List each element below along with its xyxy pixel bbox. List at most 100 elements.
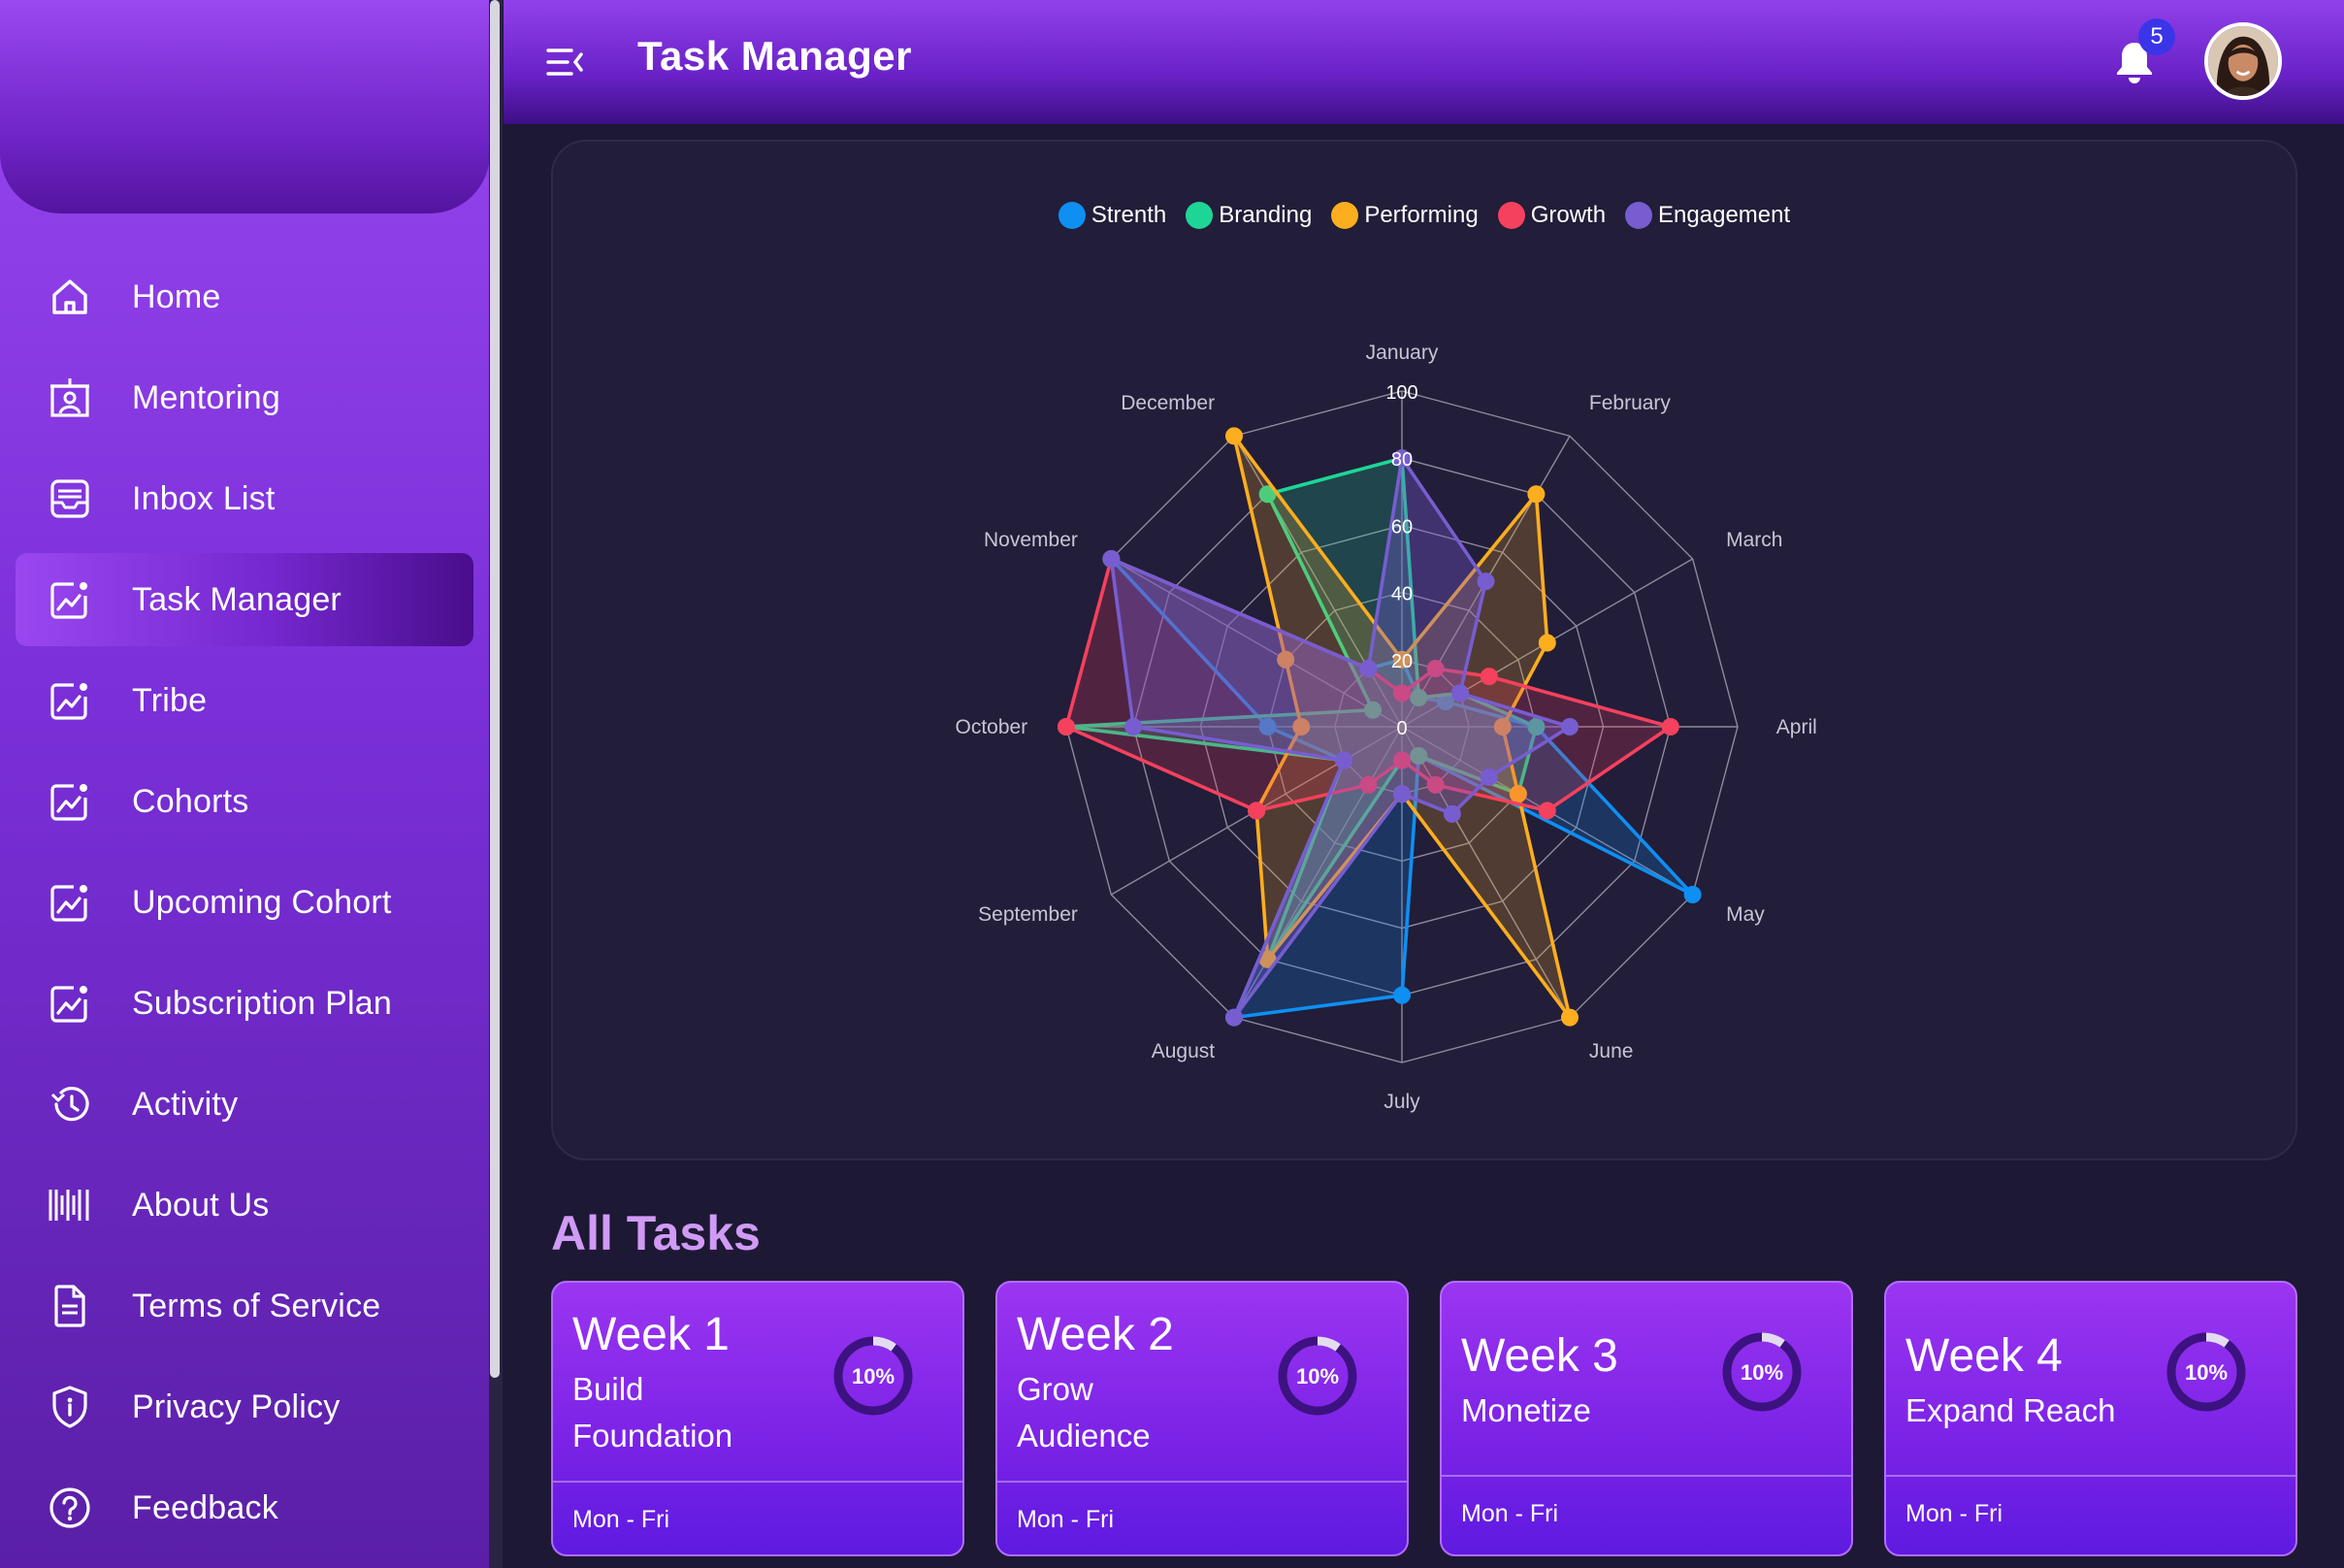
task-progress-label: 10% xyxy=(1741,1360,1783,1385)
task-title-line: Foundation xyxy=(572,1418,733,1454)
chart-board-icon xyxy=(47,677,93,724)
sidebar-item-mentoring[interactable]: Mentoring xyxy=(16,351,473,444)
home-icon xyxy=(47,274,93,320)
task-card-week-2[interactable]: Week 2 Grow Audience 10% Mon - Fri xyxy=(995,1281,1409,1556)
radar-tick-label: 0 xyxy=(1396,718,1407,739)
menu-collapse-icon[interactable] xyxy=(546,43,585,82)
sidebar-item-label: Upcoming Cohort xyxy=(132,883,392,921)
task-cards: Week 1 Build Foundation 10% Mon - Fri Week 2 G… xyxy=(551,1281,2297,1556)
task-title-line: Monetize xyxy=(1461,1392,1591,1428)
task-week-label: Week 3 xyxy=(1461,1330,1618,1382)
radar-data-point xyxy=(1561,718,1579,735)
task-progress-ring: 10% xyxy=(2162,1327,2251,1417)
radar-category-label: May xyxy=(1726,903,1765,926)
sidebar-item-label: Privacy Policy xyxy=(132,1388,341,1425)
user-avatar[interactable] xyxy=(2204,22,2282,100)
task-title-line: Build xyxy=(572,1371,644,1407)
page-title: Task Manager xyxy=(637,33,912,79)
task-schedule: Mon - Fri xyxy=(1461,1500,1558,1527)
task-title: Expand Reach xyxy=(1905,1388,2138,1434)
sidebar-item-tribe[interactable]: Tribe xyxy=(16,654,473,747)
radar-tick-label: 40 xyxy=(1391,584,1413,605)
task-title-line: Grow xyxy=(1017,1371,1093,1407)
task-progress-label: 10% xyxy=(1296,1364,1339,1388)
radar-data-point xyxy=(1058,718,1075,735)
radar-category-label: June xyxy=(1589,1040,1634,1062)
radar-data-point xyxy=(1393,986,1411,1004)
shield-icon xyxy=(47,1384,93,1430)
radar-category-label: November xyxy=(984,529,1078,551)
radar-data-point xyxy=(1661,718,1679,735)
radar-category-label: July xyxy=(1384,1091,1420,1113)
inbox-icon xyxy=(47,475,93,522)
radar-category-label: April xyxy=(1776,716,1817,738)
task-divider xyxy=(997,1481,1407,1483)
radar-data-point xyxy=(1225,1008,1243,1027)
radar-data-point xyxy=(1480,668,1498,686)
chart-board-icon xyxy=(47,778,93,825)
sidebar-item-subscription-plan[interactable]: Subscription Plan xyxy=(16,957,473,1050)
sidebar-item-feedback[interactable]: Feedback xyxy=(16,1461,473,1554)
radar-category-label: March xyxy=(1726,529,1782,551)
sidebar-item-label: Subscription Plan xyxy=(132,984,392,1022)
task-divider xyxy=(553,1481,962,1483)
task-title: Grow Audience xyxy=(1017,1366,1250,1459)
task-week-label: Week 4 xyxy=(1905,1330,2063,1382)
task-title: Build Foundation xyxy=(572,1366,805,1459)
radar-data-point xyxy=(1561,1008,1579,1027)
task-divider xyxy=(1886,1475,2295,1477)
task-schedule: Mon - Fri xyxy=(572,1506,669,1533)
top-bar: Task Manager 5 xyxy=(504,0,2344,124)
sidebar-brand-panel xyxy=(0,0,490,213)
sidebar-item-task-manager[interactable]: Task Manager xyxy=(16,553,473,646)
radar-category-label: January xyxy=(1366,342,1439,364)
barcode-icon xyxy=(47,1182,93,1228)
sidebar-item-inbox-list[interactable]: Inbox List xyxy=(16,452,473,545)
task-schedule: Mon - Fri xyxy=(1017,1506,1114,1533)
radar-category-label: October xyxy=(956,716,1028,738)
radar-data-point xyxy=(1335,751,1353,769)
radar-data-point xyxy=(1450,684,1469,702)
sidebar-item-privacy-policy[interactable]: Privacy Policy xyxy=(16,1360,473,1454)
radar-data-point xyxy=(1359,660,1378,678)
radar-tick-label: 60 xyxy=(1391,516,1413,538)
radar-category-label: February xyxy=(1589,392,1672,414)
sidebar-item-upcoming-cohort[interactable]: Upcoming Cohort xyxy=(16,856,473,949)
sidebar-item-home[interactable]: Home xyxy=(16,250,473,343)
task-progress-label: 10% xyxy=(852,1364,895,1388)
task-card-week-1[interactable]: Week 1 Build Foundation 10% Mon - Fri xyxy=(551,1281,964,1556)
help-circle-icon xyxy=(47,1485,93,1531)
radar-data-point xyxy=(1225,427,1243,445)
task-progress-ring: 10% xyxy=(829,1331,918,1421)
radar-data-point xyxy=(1124,718,1143,735)
radar-data-point xyxy=(1102,550,1121,568)
document-icon xyxy=(47,1283,93,1329)
task-card-week-3[interactable]: Week 3 Monetize 10% Mon - Fri xyxy=(1440,1281,1853,1556)
sidebar-scrollbar-thumb[interactable] xyxy=(490,0,500,1378)
sidebar-item-about-us[interactable]: About Us xyxy=(16,1159,473,1252)
notification-badge: 5 xyxy=(2138,18,2175,55)
sidebar-item-label: Inbox List xyxy=(132,479,276,517)
sidebar-item-label: Cohorts xyxy=(132,782,249,820)
sidebar-item-cohorts[interactable]: Cohorts xyxy=(16,755,473,848)
radar-data-point xyxy=(1480,768,1498,786)
sidebar-item-label: Terms of Service xyxy=(132,1287,381,1324)
radar-category-label: August xyxy=(1152,1040,1216,1062)
radar-tick-label: 20 xyxy=(1391,651,1413,672)
sidebar-item-terms-of-service[interactable]: Terms of Service xyxy=(16,1259,473,1353)
sidebar-item-label: Tribe xyxy=(132,681,208,719)
radar-data-point xyxy=(1477,572,1495,591)
sidebar-item-label: Activity xyxy=(132,1085,239,1123)
task-schedule: Mon - Fri xyxy=(1905,1500,2002,1527)
radar-tick-label: 100 xyxy=(1385,382,1417,404)
radar-chart-card: Strenth Branding Performing Growth Engagemen… xyxy=(551,140,2297,1160)
chart-board-icon xyxy=(47,879,93,926)
sidebar-item-label: Home xyxy=(132,278,221,315)
sidebar-item-label: Feedback xyxy=(132,1488,278,1526)
task-week-label: Week 1 xyxy=(572,1309,730,1360)
task-card-week-4[interactable]: Week 4 Expand Reach 10% Mon - Fri xyxy=(1884,1281,2297,1556)
sidebar-item-activity[interactable]: Activity xyxy=(16,1058,473,1151)
task-progress-label: 10% xyxy=(2185,1360,2228,1385)
radar-category-label: September xyxy=(978,903,1078,926)
history-icon xyxy=(47,1081,93,1127)
